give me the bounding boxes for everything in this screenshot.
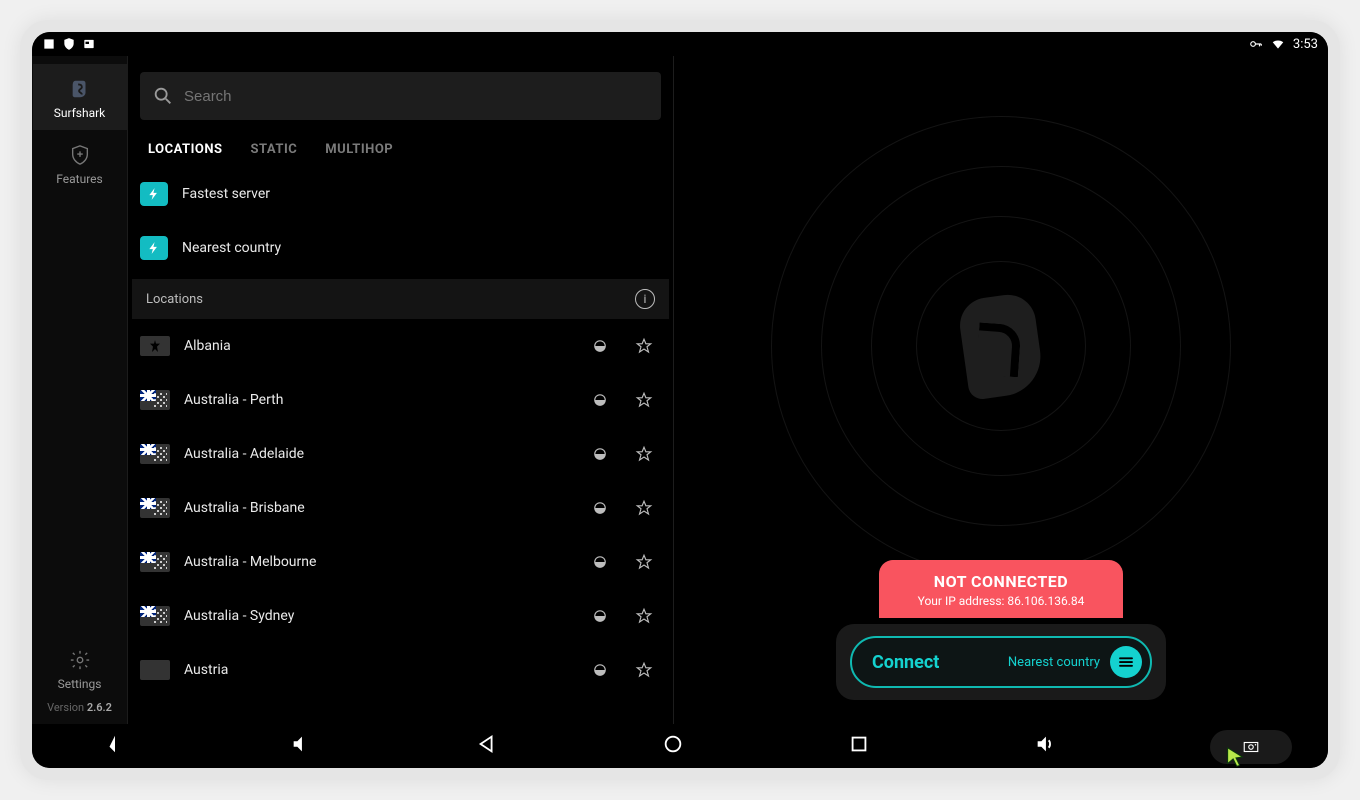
location-row[interactable]: Australia - Sydney (128, 589, 673, 643)
screenshot-button[interactable] (1210, 730, 1292, 764)
locations-pane: LOCATIONS STATIC MULTIHOP Fastest server… (128, 56, 674, 724)
tab-static[interactable]: STATIC (251, 142, 298, 157)
flag-icon (140, 606, 170, 626)
gear-icon (69, 649, 91, 671)
location-row[interactable]: Australia - Adelaide (128, 427, 673, 481)
load-icon (591, 553, 609, 571)
rail-features-label: Features (56, 172, 102, 186)
connection-pane: NOT CONNECTED Your IP address: 86.106.13… (674, 56, 1328, 724)
location-name: Austria (184, 662, 228, 678)
wifi-icon (1271, 37, 1285, 51)
rail-settings[interactable]: Settings (33, 635, 127, 701)
load-icon (591, 445, 609, 463)
connection-status-card: NOT CONNECTED Your IP address: 86.106.13… (879, 560, 1123, 618)
nav-volume-down[interactable] (92, 727, 138, 765)
shield-icon (62, 37, 76, 51)
location-row[interactable]: Australia - Melbourne (128, 535, 673, 589)
surfshark-icon (69, 78, 91, 100)
location-row[interactable]: Australia - Perth (128, 373, 673, 427)
sonar-graphic (771, 116, 1231, 576)
connect-menu-button[interactable] (1110, 646, 1142, 678)
favorite-button[interactable] (635, 661, 653, 679)
cursor-icon (1224, 746, 1246, 768)
shield-plus-icon (69, 144, 91, 166)
flag-icon (140, 552, 170, 572)
load-icon (591, 661, 609, 679)
nav-volume-down-alt[interactable] (278, 727, 324, 765)
connect-label: Connect (872, 652, 939, 673)
bolt-icon (140, 236, 168, 260)
nearest-country-label: Nearest country (182, 240, 281, 256)
fastest-server-label: Fastest server (182, 186, 270, 202)
location-name: Australia - Adelaide (184, 446, 304, 462)
locations-section-header: Locations i (132, 279, 669, 319)
load-icon (591, 499, 609, 517)
rail-settings-label: Settings (58, 677, 102, 691)
location-name: Australia - Sydney (184, 608, 294, 624)
load-icon (591, 607, 609, 625)
menu-icon (1117, 653, 1135, 671)
rail-surfshark[interactable]: Surfshark (33, 64, 127, 130)
nav-home[interactable] (650, 727, 696, 765)
tab-multihop[interactable]: MULTIHOP (325, 142, 393, 157)
search-box[interactable] (140, 72, 661, 120)
load-icon (591, 391, 609, 409)
key-icon (1249, 37, 1263, 51)
locations-section-title: Locations (146, 292, 203, 307)
search-input[interactable] (184, 88, 649, 105)
location-name: Albania (184, 338, 231, 354)
tab-locations[interactable]: LOCATIONS (148, 142, 223, 157)
load-icon (591, 337, 609, 355)
flag-icon (140, 660, 170, 680)
android-navbar (32, 724, 1328, 768)
flag-icon (140, 390, 170, 410)
location-name: Australia - Melbourne (184, 554, 316, 570)
connection-status-title: NOT CONNECTED (895, 572, 1107, 591)
favorite-button[interactable] (635, 337, 653, 355)
search-icon (152, 85, 174, 107)
favorite-button[interactable] (635, 499, 653, 517)
location-name: Australia - Perth (184, 392, 283, 408)
connect-card: Connect Nearest country (836, 624, 1166, 700)
nav-recents[interactable] (836, 727, 882, 765)
card-icon (82, 37, 96, 51)
nearest-country-row[interactable]: Nearest country (128, 221, 673, 275)
location-row[interactable]: Australia - Brisbane (128, 481, 673, 535)
fastest-server-row[interactable]: Fastest server (128, 167, 673, 221)
left-rail: Surfshark Features Settings Version 2.6.… (32, 56, 128, 724)
location-row[interactable]: Austria (128, 643, 673, 697)
favorite-button[interactable] (635, 445, 653, 463)
rail-surfshark-label: Surfshark (54, 106, 106, 120)
favorite-button[interactable] (635, 607, 653, 625)
android-statusbar: 3:53 (32, 32, 1328, 56)
tabs: LOCATIONS STATIC MULTIHOP (128, 128, 673, 167)
location-list[interactable]: Albania Australia - Perth Australia - Ad… (128, 319, 673, 724)
flag-icon (140, 444, 170, 464)
location-name: Australia - Brisbane (184, 500, 305, 516)
nav-volume-up[interactable] (1022, 727, 1068, 765)
bolt-icon (140, 182, 168, 206)
image-icon (42, 37, 56, 51)
flag-icon (140, 336, 170, 356)
flag-icon (140, 498, 170, 518)
clock: 3:53 (1293, 37, 1318, 52)
favorite-button[interactable] (635, 391, 653, 409)
version-label: Version 2.6.2 (47, 701, 112, 724)
rail-features[interactable]: Features (33, 130, 127, 196)
connect-button[interactable]: Connect Nearest country (850, 636, 1152, 688)
connection-status-ip: Your IP address: 86.106.136.84 (895, 594, 1107, 608)
favorite-button[interactable] (635, 553, 653, 571)
nav-back[interactable] (464, 727, 510, 765)
info-button[interactable]: i (635, 289, 655, 309)
location-row[interactable]: Albania (128, 319, 673, 373)
connect-selection: Nearest country (1008, 655, 1100, 670)
